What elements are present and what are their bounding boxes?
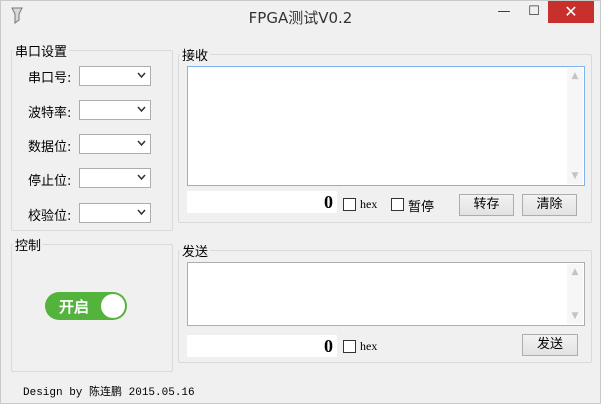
minimize-button[interactable]: — [489,1,519,23]
save-button[interactable]: 转存 [459,194,514,216]
power-toggle[interactable]: 开启 [45,292,127,320]
close-button[interactable]: ✕ [548,1,594,23]
send-button[interactable]: 发送 [522,334,578,356]
title-bar[interactable]: FPGA测试V0.2 — ☐ ✕ [1,1,600,32]
scroll-up-icon[interactable]: ▲ [567,68,583,84]
toggle-label: 开启 [59,298,90,316]
receive-hex-label: hex [360,197,378,211]
scroll-up-icon[interactable]: ▲ [567,264,583,280]
chevron-down-icon [137,106,146,113]
databits-label: 数据位: [28,140,72,155]
receive-byte-count: 0 [187,191,337,213]
send-hex-checkbox[interactable] [343,340,356,353]
scroll-down-icon[interactable]: ▼ [567,308,583,324]
send-legend: 发送 [182,245,209,260]
chevron-down-icon [137,209,146,216]
send-hex-label: hex [360,339,378,353]
app-window: FPGA测试V0.2 — ☐ ✕ 串口设置 串口号: 波特率: 数据位: 停止位… [0,0,601,404]
toggle-knob [101,294,125,318]
stopbits-label: 停止位: [28,174,72,189]
maximize-button[interactable]: ☐ [519,1,549,23]
scroll-down-icon[interactable]: ▼ [567,168,583,184]
receive-textarea[interactable]: ▲ ▼ [187,66,585,186]
clear-button[interactable]: 清除 [522,194,577,216]
chevron-down-icon [137,140,146,147]
databits-select[interactable] [79,134,151,154]
send-scrollbar[interactable]: ▲ ▼ [567,264,583,324]
send-byte-count: 0 [187,335,337,357]
pause-checkbox[interactable] [391,198,404,211]
chevron-down-icon [137,174,146,181]
receive-hex-checkbox[interactable] [343,198,356,211]
chevron-down-icon [137,72,146,79]
port-select[interactable] [79,66,151,86]
pause-label: 暂停 [408,200,435,215]
serial-settings-legend: 串口设置 [15,45,68,60]
baud-label: 波特率: [28,106,72,121]
baud-select[interactable] [79,100,151,120]
port-label: 串口号: [28,71,72,86]
send-textarea[interactable]: ▲ ▼ [187,262,585,326]
control-legend: 控制 [15,239,42,254]
footer-credit: Design by 陈连鹏 2015.05.16 [23,387,195,399]
receive-legend: 接收 [182,49,209,64]
parity-select[interactable] [79,203,151,223]
stopbits-select[interactable] [79,168,151,188]
parity-label: 校验位: [28,209,72,224]
receive-scrollbar[interactable]: ▲ ▼ [567,68,583,184]
